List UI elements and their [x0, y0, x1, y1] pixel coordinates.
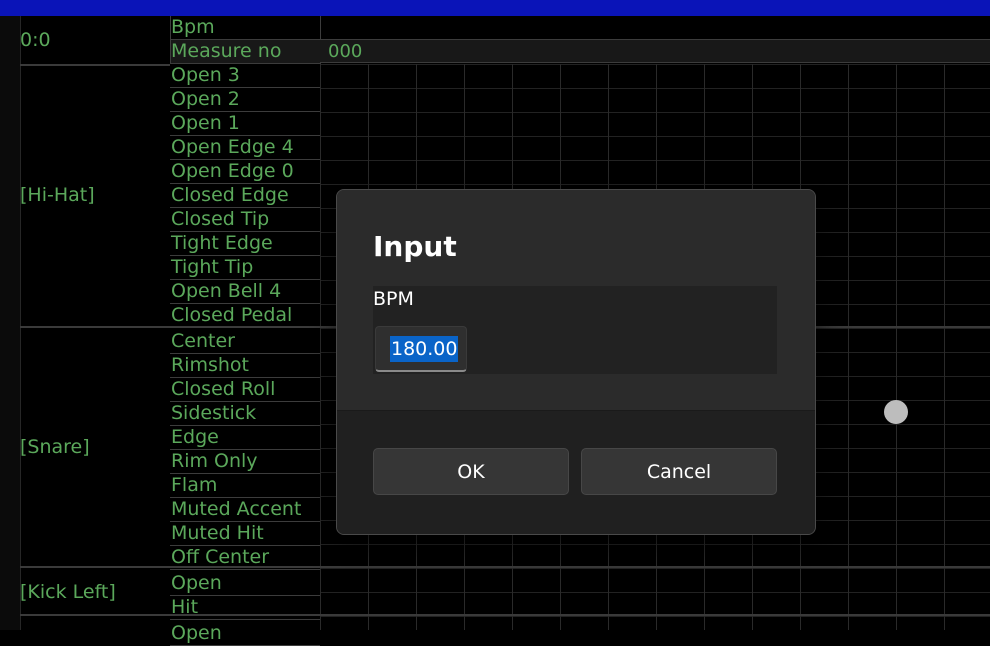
lane-label[interactable]: Closed Pedal: [170, 304, 320, 328]
lane-label[interactable]: Closed Edge: [170, 184, 320, 208]
group-label: [Hi-Hat]: [20, 184, 95, 206]
lane-label[interactable]: Off Center: [170, 546, 320, 570]
lane-label[interactable]: Open 1: [170, 112, 320, 136]
time-display: 0:0: [20, 16, 170, 66]
bpm-field-area: BPM 180.00: [373, 286, 777, 374]
lane-label[interactable]: Rim Only: [170, 450, 320, 474]
window-title-bar: [0, 0, 990, 16]
lane-label[interactable]: Rimshot: [170, 354, 320, 378]
lane-label[interactable]: Tight Edge: [170, 232, 320, 256]
bpm-lane[interactable]: [320, 16, 990, 40]
cancel-button[interactable]: Cancel: [581, 448, 777, 495]
lane-label[interactable]: Sidestick: [170, 402, 320, 426]
group-label: [Snare]: [20, 436, 90, 458]
ok-button[interactable]: OK: [373, 448, 569, 495]
lane-label[interactable]: Hit: [170, 596, 320, 620]
group-label: [Kick Left]: [20, 581, 116, 603]
lane-label[interactable]: Tight Tip: [170, 256, 320, 280]
lane-label[interactable]: Closed Tip: [170, 208, 320, 232]
bpm-header-label: Bpm: [170, 16, 321, 40]
left-edge-strip: [0, 16, 21, 630]
bpm-input[interactable]: 180.00: [375, 326, 467, 372]
lane-label[interactable]: Edge: [170, 426, 320, 450]
lane-label[interactable]: Flam: [170, 474, 320, 498]
lane-label[interactable]: Open Edge 0: [170, 160, 320, 184]
input-dialog: Input BPM 180.00 OK Cancel: [336, 189, 816, 535]
time-value: 0:0: [20, 29, 51, 51]
lane-label[interactable]: Muted Accent: [170, 498, 320, 522]
group-hi-hat: [Hi-Hat]: [20, 64, 170, 326]
bpm-input-value: 180.00: [390, 336, 459, 362]
lane-label[interactable]: Open 3: [170, 64, 320, 88]
dialog-title: Input: [373, 230, 457, 263]
lane-label[interactable]: Open Edge 4: [170, 136, 320, 160]
group-kick-left: [Kick Left]: [20, 568, 170, 616]
lane-label[interactable]: Open Bell 4: [170, 280, 320, 304]
bpm-field-label: BPM: [373, 288, 414, 310]
lane-label[interactable]: Open 2: [170, 88, 320, 112]
group-snare: [Snare]: [20, 328, 170, 566]
note-cursor[interactable]: [884, 400, 908, 424]
lane-label[interactable]: Open: [170, 572, 320, 596]
lane-label[interactable]: Muted Hit: [170, 522, 320, 546]
lane-label[interactable]: Center: [170, 330, 320, 354]
measure-header-label: Measure no: [170, 40, 321, 64]
measure-number: 000: [320, 40, 990, 63]
dialog-body: Input BPM 180.00: [337, 190, 815, 410]
lane-label[interactable]: Open: [170, 622, 320, 646]
lane-label[interactable]: Closed Roll: [170, 378, 320, 402]
